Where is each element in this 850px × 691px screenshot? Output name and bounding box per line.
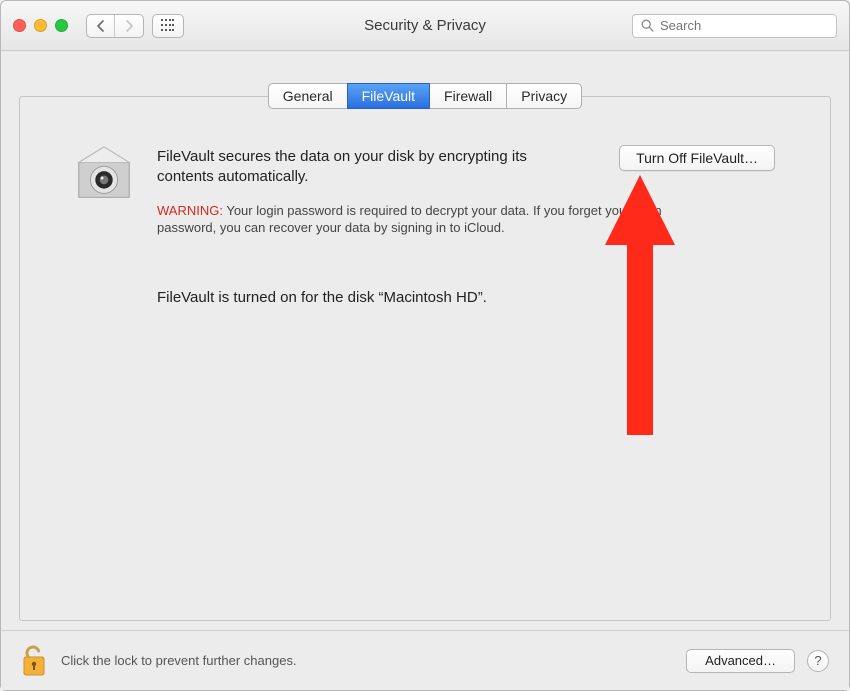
- advanced-button[interactable]: Advanced…: [686, 649, 795, 673]
- help-button[interactable]: ?: [807, 650, 829, 672]
- search-field[interactable]: [632, 14, 837, 38]
- show-all-button[interactable]: [152, 14, 184, 38]
- nav-group: [86, 14, 184, 38]
- tab-firewall[interactable]: Firewall: [429, 83, 507, 109]
- tab-filevault[interactable]: FileVault: [347, 83, 430, 109]
- lock-hint: Click the lock to prevent further change…: [61, 653, 297, 668]
- back-forward-control: [86, 14, 144, 38]
- turn-off-filevault-button[interactable]: Turn Off FileVault…: [619, 145, 775, 171]
- chevron-left-icon: [96, 20, 105, 32]
- search-icon: [641, 19, 654, 32]
- window-controls: [13, 19, 68, 32]
- filevault-description: FileVault secures the data on your disk …: [157, 147, 527, 188]
- filevault-warning: WARNING: Your login password is required…: [157, 202, 677, 237]
- tab-general[interactable]: General: [268, 83, 348, 109]
- footer-bar: Click the lock to prevent further change…: [1, 630, 849, 690]
- content-area: General FileVault Firewall Privacy: [1, 51, 849, 630]
- filevault-icon: [73, 145, 135, 207]
- grid-icon: [161, 19, 175, 33]
- titlebar: Security & Privacy: [1, 1, 849, 51]
- minimize-window-button[interactable]: [34, 19, 47, 32]
- filevault-status: FileVault is turned on for the disk “Mac…: [157, 289, 791, 306]
- warning-text: Your login password is required to decry…: [157, 203, 662, 236]
- preferences-window: Security & Privacy General FileVault Fir…: [0, 0, 850, 691]
- close-window-button[interactable]: [13, 19, 26, 32]
- filevault-panel: FileVault secures the data on your disk …: [19, 109, 831, 306]
- chevron-right-icon: [125, 20, 134, 32]
- tab-privacy[interactable]: Privacy: [506, 83, 582, 109]
- lock-open-icon[interactable]: [21, 644, 47, 678]
- back-button[interactable]: [87, 15, 115, 37]
- forward-button[interactable]: [115, 15, 143, 37]
- zoom-window-button[interactable]: [55, 19, 68, 32]
- warning-label: WARNING:: [157, 203, 223, 218]
- search-input[interactable]: [660, 18, 828, 33]
